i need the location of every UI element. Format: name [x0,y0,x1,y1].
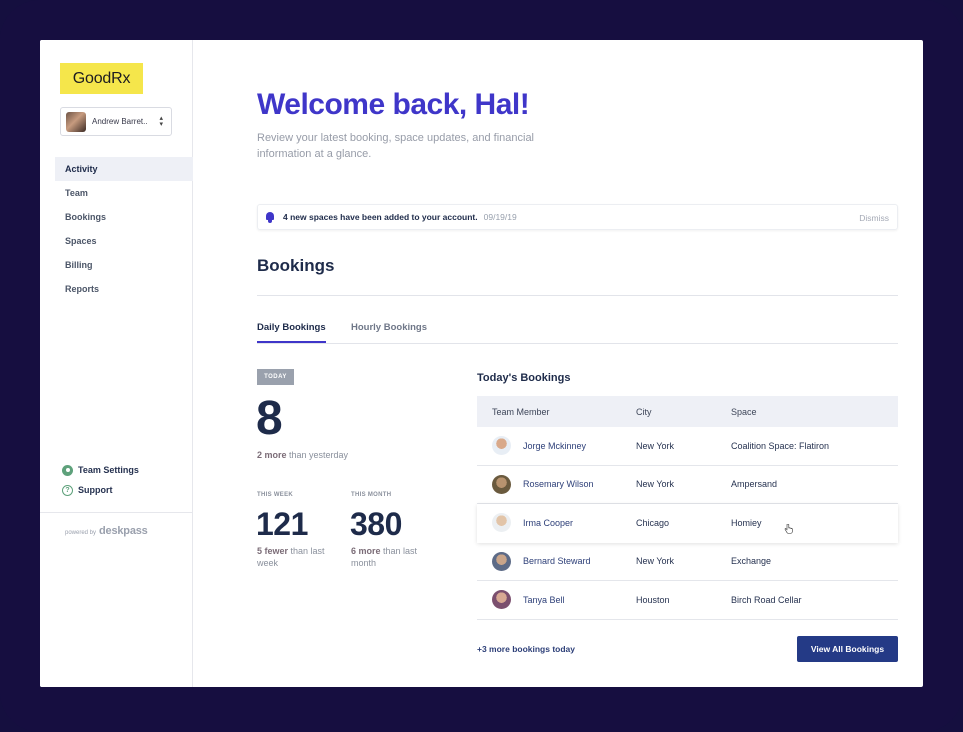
week-count: 121 [256,506,308,542]
tab-hourly-bookings[interactable]: Hourly Bookings [351,322,427,341]
today-badge: TODAY [257,369,294,385]
avatar [492,474,511,494]
member-name: Jorge Mckinney [523,440,587,451]
sidebar-item-reports[interactable]: Reports [55,277,193,301]
city-cell: Chicago [636,517,670,528]
avatar [492,436,511,456]
city-cell: New York [636,479,675,490]
today-delta-strong: 2 more [257,450,287,460]
sidebar-item-spaces[interactable]: Spaces [55,229,193,253]
month-delta: 6 more than last month [351,545,431,569]
space-cell: Birch Road Cellar [731,594,802,605]
account-switcher[interactable]: Andrew Barret.. ▴ ▾ [60,107,172,136]
month-label: THIS MONTH [351,492,392,498]
notification-banner: 4 new spaces have been added to your acc… [257,204,898,230]
brand-logo[interactable]: GoodRx [60,63,143,94]
avatar [66,111,86,132]
week-delta-strong: 5 fewer [257,546,289,556]
powered-by[interactable]: powered by deskpass [65,525,148,537]
table-row[interactable]: Irma Cooper Chicago Homiey [477,504,898,543]
week-delta: 5 fewer than last week [257,545,337,569]
support-link[interactable]: ? Support [62,480,139,500]
tab-daily-bookings[interactable]: Daily Bookings [257,322,326,343]
table-row[interactable]: Rosemary Wilson New York Ampersand [477,466,898,504]
member-name: Bernard Steward [523,556,591,567]
sort-updown-icon: ▴ ▾ [159,115,163,128]
account-name: Andrew Barret.. [92,117,148,126]
table-row[interactable]: Bernard Steward New York Exchange [477,543,898,581]
today-delta-rest: than yesterday [286,450,349,460]
avatar [492,551,511,571]
hand-cursor-icon [784,524,793,534]
powered-by-text: powered by [65,530,97,536]
space-cell: Coalition Space: Flatiron [731,440,830,451]
avatar [492,590,511,610]
sidebar-item-bookings[interactable]: Bookings [55,205,193,229]
member-name: Rosemary Wilson [523,479,594,490]
column-header-city: City [636,406,652,417]
bookings-table: Team Member City Space Jorge Mckinney Ne… [477,396,898,620]
todays-bookings-title: Today's Bookings [477,372,571,384]
table-row[interactable]: Jorge Mckinney New York Coalition Space:… [477,427,898,466]
app-window: GoodRx Andrew Barret.. ▴ ▾ Activity Team … [40,40,923,687]
today-count: 8 [256,392,283,445]
main-content: Welcome back, Hal! Review your latest bo… [193,40,923,687]
more-bookings-link[interactable]: +3 more bookings today [477,644,575,654]
bookings-tabs: Daily Bookings Hourly Bookings [257,316,898,344]
gear-icon [62,464,73,476]
divider [257,295,898,296]
bookings-heading: Bookings [257,256,335,275]
notification-date: 09/19/19 [483,212,517,222]
space-cell: Exchange [731,556,772,567]
brand-logo-text: GoodRx [72,69,131,87]
city-cell: Houston [636,594,670,605]
avatar [492,513,511,533]
page-title: Welcome back, Hal! [257,88,530,121]
table-row[interactable]: Tanya Bell Houston Birch Road Cellar [477,581,898,620]
team-settings-link[interactable]: Team Settings [62,460,139,480]
sidebar-nav: Activity Team Bookings Spaces Billing Re… [55,157,193,301]
dismiss-button[interactable]: Dismiss [859,213,889,223]
month-count: 380 [350,506,402,542]
sidebar-item-team[interactable]: Team [55,181,193,205]
page-subtitle: Review your latest booking, space update… [257,132,535,160]
table-header: Team Member City Space [477,396,898,427]
member-name: Tanya Bell [523,594,565,605]
sidebar-item-activity[interactable]: Activity [55,157,193,181]
column-header-team-member: Team Member [492,406,550,417]
sidebar: GoodRx Andrew Barret.. ▴ ▾ Activity Team … [40,40,193,687]
space-cell: Homiey [731,517,762,528]
member-name: Irma Cooper [523,517,574,528]
column-header-space: Space [731,406,757,417]
help-circle-icon: ? [62,484,73,496]
view-all-bookings-button[interactable]: View All Bookings [797,636,898,662]
today-delta: 2 more than yesterday [257,450,348,460]
divider [40,512,193,513]
city-cell: New York [636,556,675,567]
month-delta-strong: 6 more [351,546,381,556]
week-label: THIS WEEK [257,492,294,498]
team-settings-label: Team Settings [78,465,139,475]
space-cell: Ampersand [731,479,778,490]
deskpass-logo: deskpass [99,525,148,537]
bell-icon [265,211,275,223]
support-label: Support [78,485,113,495]
sidebar-footer-links: Team Settings ? Support [62,460,139,500]
city-cell: New York [636,440,675,451]
notification-text: 4 new spaces have been added to your acc… [283,212,478,222]
sidebar-item-billing[interactable]: Billing [55,253,193,277]
